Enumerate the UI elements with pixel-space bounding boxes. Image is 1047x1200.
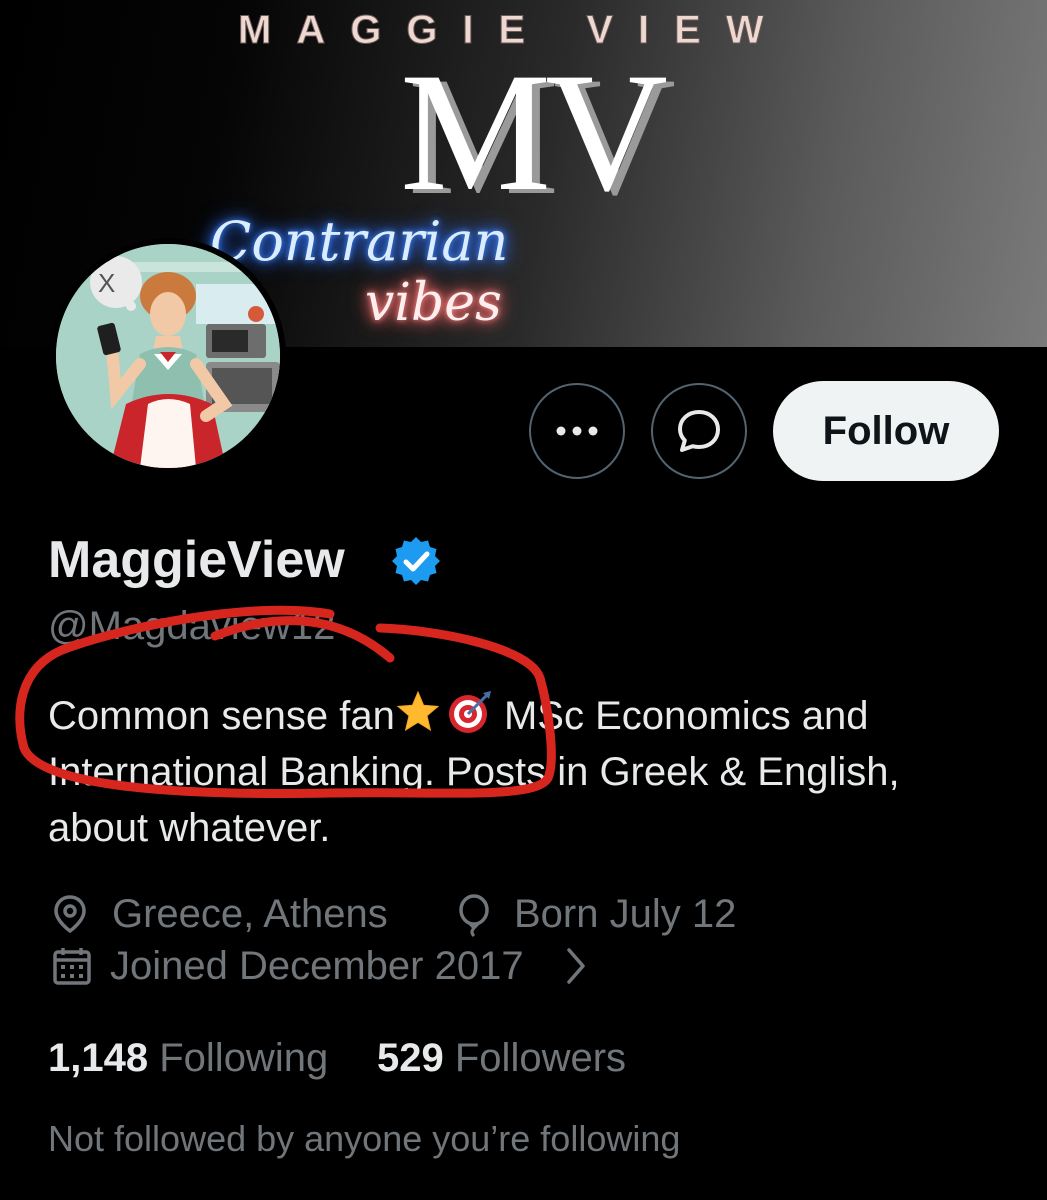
following-count: 1,148 bbox=[48, 1036, 149, 1080]
following-label: Following bbox=[159, 1036, 329, 1080]
chat-bubble-icon bbox=[678, 410, 720, 452]
banner-monogram: MV bbox=[400, 38, 668, 226]
followers-label: Followers bbox=[454, 1036, 627, 1080]
joined-item[interactable]: Joined December 2017 bbox=[48, 940, 608, 992]
banner-script-line1: Contrarian bbox=[210, 210, 509, 273]
display-name: MaggieView bbox=[48, 531, 345, 589]
chevron-right-icon[interactable] bbox=[564, 946, 588, 986]
message-button[interactable] bbox=[651, 383, 747, 479]
avatar-illustration: X bbox=[56, 244, 280, 468]
verified-badge-icon[interactable] bbox=[390, 535, 442, 587]
more-options-button[interactable] bbox=[529, 383, 625, 479]
followers-link[interactable]: 529 Followers bbox=[377, 1032, 626, 1084]
profile-avatar[interactable]: X bbox=[50, 238, 286, 474]
balloon-icon bbox=[459, 894, 489, 938]
not-followed-note: Not followed by anyone you’re following bbox=[48, 1118, 681, 1159]
profile-handle: @Magdaview12 bbox=[48, 604, 336, 648]
calendar-icon bbox=[53, 948, 91, 985]
followers-count: 529 bbox=[377, 1036, 444, 1080]
more-horizontal-icon bbox=[556, 426, 598, 436]
birthday-item: Born July 12 bbox=[452, 888, 772, 940]
bio-text-start: Common sense fan bbox=[48, 694, 395, 738]
birthday-text: Born July 12 bbox=[514, 892, 737, 936]
follow-button[interactable]: Follow bbox=[773, 381, 999, 481]
svg-text:X: X bbox=[98, 268, 115, 298]
following-link[interactable]: 1,148 Following bbox=[48, 1032, 328, 1084]
bullseye-emoji bbox=[448, 691, 491, 733]
banner-script-line2: vibes bbox=[365, 273, 502, 333]
profile-bio: Common sense fan MSc Economics and Inter… bbox=[48, 688, 1008, 856]
location-pin-icon bbox=[54, 895, 86, 934]
location-item: Greece, Athens bbox=[48, 888, 428, 940]
star-emoji bbox=[396, 690, 440, 732]
location-text: Greece, Athens bbox=[112, 892, 388, 936]
joined-text: Joined December 2017 bbox=[110, 944, 524, 988]
